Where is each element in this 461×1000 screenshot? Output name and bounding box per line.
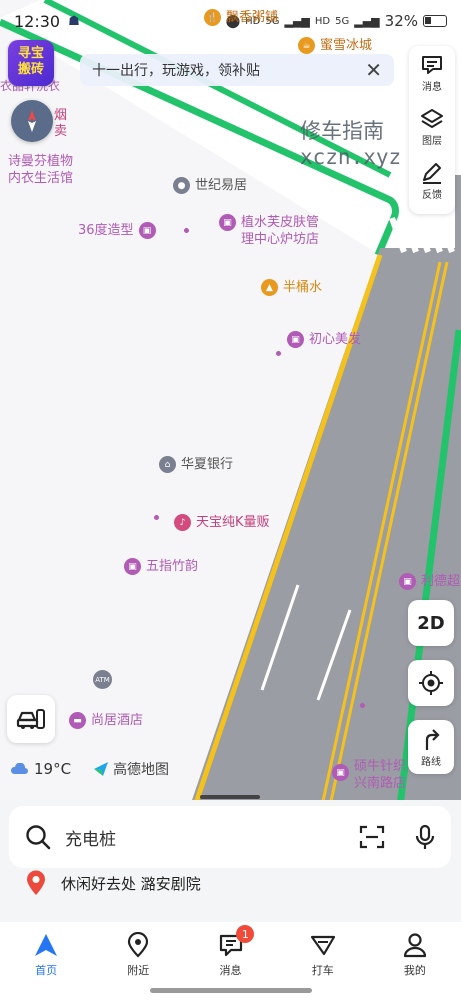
poi-dot (276, 351, 281, 356)
side-feedback-button[interactable]: 反馈 (420, 154, 444, 208)
map-label-edge1: 烟 (54, 108, 68, 123)
map-label-edge2: 卖 (54, 124, 68, 139)
locate-icon (419, 671, 443, 695)
poi-dot (360, 703, 365, 708)
nearby-icon (128, 932, 149, 958)
network-gen2: 5G (335, 15, 350, 27)
route-button[interactable]: 路线 (408, 720, 454, 774)
message-badge: 1 (236, 925, 255, 943)
view-mode-toggle[interactable]: 2D (408, 600, 454, 646)
compass-icon (28, 110, 36, 132)
poi-hua-xia-bank[interactable]: ⌂ 华夏银行 (159, 456, 233, 473)
shop-icon: ▣ (219, 214, 236, 231)
weather-widget[interactable]: 19°C 高德地图 (10, 759, 169, 779)
poi-skin-care[interactable]: ▣ 植水芙皮肤管 理中心炉坊店 (219, 214, 319, 248)
message-icon (422, 56, 442, 74)
drink-icon: ☕ (298, 37, 315, 54)
shop-icon: ▣ (138, 222, 156, 239)
poi-real-estate[interactable]: ● 世纪易居 (173, 177, 247, 194)
treasure-game-badge[interactable]: 寻宝 搬砖 (8, 40, 54, 86)
search-icon (26, 825, 51, 850)
compass-button[interactable] (11, 100, 53, 142)
traffic-vehicle-button[interactable] (7, 695, 55, 743)
poi-atm[interactable]: ATM (93, 670, 112, 689)
suggestion-row[interactable]: 休闲好去处 潞安剧院 (25, 870, 201, 896)
tea-icon: ▲ (261, 279, 278, 296)
amap-logo: 高德地图 (93, 759, 169, 779)
home-indicator[interactable] (150, 988, 312, 993)
promo-notice[interactable]: 十一出行，玩游戏，领补贴 ✕ (80, 54, 394, 86)
network-hd2: HD (314, 15, 331, 27)
layers-icon (421, 109, 443, 128)
food-icon: 🍴 (204, 9, 221, 26)
bed-icon: ▬ (69, 712, 86, 729)
home-icon (35, 934, 58, 956)
poi-salon-36[interactable]: ▣ 36度造型 (78, 222, 156, 239)
battery-percent: 32% (384, 12, 418, 30)
poi-drink[interactable]: ☕ 蜜雪冰城 (298, 37, 372, 54)
map-canvas[interactable]: 衣品轩洗衣 烟 卖 🍴 飘香粥铺 ☕ 蜜雪冰城 修车指南 xczn.xyz 诗曼芬植… (0, 0, 461, 806)
feedback-icon (423, 163, 441, 184)
weather-temp: 19°C (34, 760, 72, 778)
locate-me-button[interactable] (408, 660, 454, 706)
poi-dot (154, 515, 159, 520)
search-placeholder: 充电桩 (65, 829, 116, 850)
building-icon: ● (173, 177, 190, 194)
watermark: 修车指南 xczn.xyz (300, 119, 402, 169)
poi-food[interactable]: 🍴 飘香粥铺 (204, 9, 278, 26)
signal-icon-2: ▂▄▆ (354, 14, 380, 28)
route-icon (425, 728, 440, 750)
close-icon[interactable]: ✕ (365, 58, 382, 82)
poi-hair-salon[interactable]: ▣ 初心美发 (287, 331, 361, 348)
amap-logo-icon (94, 762, 109, 776)
app-status-icon: ☗ (68, 13, 80, 29)
atm-icon: ATM (93, 670, 112, 689)
cart-icon: ▣ (399, 573, 416, 590)
location-pin-icon (27, 870, 45, 895)
poi-lide-market[interactable]: ▣ 利德超 (399, 573, 460, 590)
poi-five-finger[interactable]: ▣ 五指竹韵 (124, 558, 198, 575)
side-tool-panel: 消息 图层 反馈 (409, 46, 455, 214)
shop-icon: ▣ (332, 764, 349, 781)
poi-shop-lingerie[interactable]: 诗曼芬植物 内衣生活馆 (8, 153, 73, 187)
side-messages-button[interactable]: 消息 (420, 46, 444, 100)
battery-icon (423, 15, 447, 27)
profile-icon (403, 933, 427, 958)
signal-icon: ▂▄▆ (284, 14, 310, 28)
suggestion-text: 休闲好去处 潞安剧院 (61, 874, 201, 893)
taxi-icon (310, 935, 335, 956)
bank-icon: ⌂ (159, 456, 176, 473)
cloud-icon (11, 763, 28, 774)
poi-ktv[interactable]: ♪ 天宝纯K量贩 (174, 514, 270, 531)
mic-icon: ♪ (174, 514, 191, 531)
poi-half-bucket[interactable]: ▲ 半桶水 (261, 279, 322, 296)
status-time: 12:30 (14, 11, 61, 31)
promo-notice-text: 十一出行，玩游戏，领补贴 (92, 63, 260, 79)
car-icon (16, 709, 45, 729)
tab-home[interactable]: 首页 (0, 922, 92, 1000)
sheet-drag-handle[interactable] (200, 795, 260, 799)
microphone-icon[interactable] (415, 824, 435, 850)
poi-dot (184, 228, 189, 233)
poi-shangju-hotel[interactable]: ▬ 尚居酒店 (69, 712, 143, 729)
tab-profile[interactable]: 我的 (369, 922, 461, 1000)
shop-icon: ▣ (124, 558, 141, 575)
scan-icon[interactable] (359, 825, 385, 849)
poi-knitwear[interactable]: ▣ 硕牛针织 兴南路店 (332, 758, 406, 792)
side-layers-button[interactable]: 图层 (420, 100, 444, 154)
search-bar[interactable]: 充电桩 (9, 806, 451, 868)
shop-icon: ▣ (287, 331, 304, 348)
